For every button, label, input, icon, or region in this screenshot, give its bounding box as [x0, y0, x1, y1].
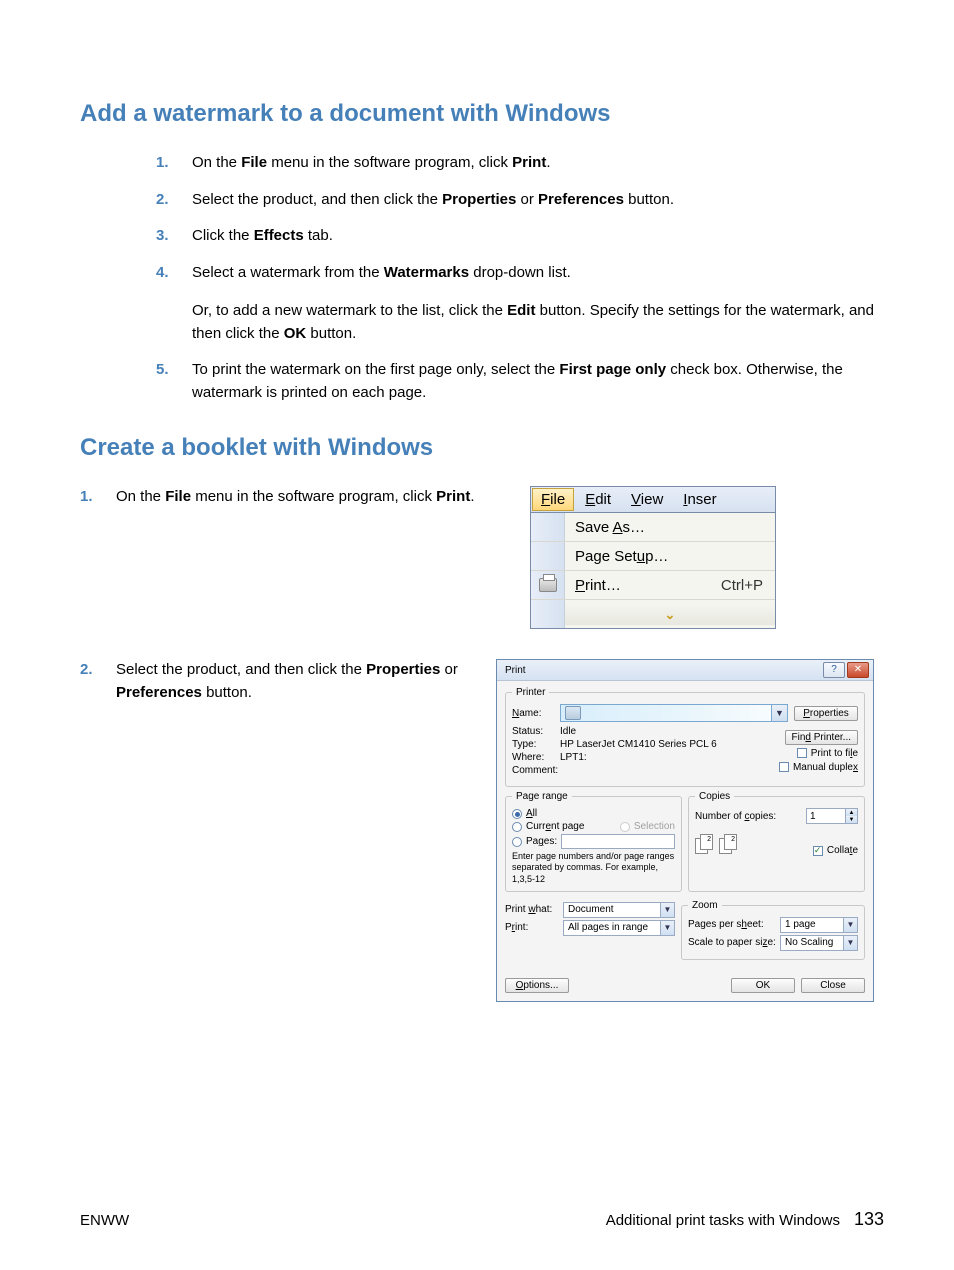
- menu-dropdown: Save As… Page Setup… Print… Ctrl+P ⌄: [531, 513, 775, 628]
- status-label: Status:: [512, 726, 560, 737]
- pages-input[interactable]: [561, 834, 675, 849]
- blank-icon: [531, 542, 565, 570]
- step-number: 5.: [156, 359, 192, 404]
- chevron-down-icon: ▼: [843, 918, 857, 932]
- print-dialog-illustration: Print ? ✕ Printer Name: ▼: [496, 659, 874, 1002]
- footer-left: ENWW: [80, 1212, 129, 1229]
- menu-item-pagesetup[interactable]: Page Setup…: [531, 542, 775, 571]
- copies-group: Copies Number of copies: 1▲▼ 12 12 Co: [688, 791, 865, 892]
- type-value: HP LaserJet CM1410 Series PCL 6: [560, 739, 768, 750]
- printer-group: Printer Name: ▼ Properties: [505, 687, 865, 787]
- step-body: To print the watermark on the first page…: [192, 359, 874, 404]
- group-legend: Printer: [512, 687, 549, 698]
- options-button[interactable]: Options...: [505, 978, 569, 993]
- footer-right: Additional print tasks with Windows: [606, 1212, 840, 1229]
- menu-expand[interactable]: ⌄: [531, 600, 775, 628]
- scale-label: Scale to paper size:: [688, 937, 780, 948]
- manual-duplex-checkbox[interactable]: Manual duplex: [779, 762, 858, 773]
- range-all-radio[interactable]: All: [512, 808, 537, 819]
- print-to-file-checkbox[interactable]: Print to file: [797, 748, 858, 759]
- printwhat-label: Print what:: [505, 904, 563, 915]
- dialog-title: Print: [505, 665, 526, 676]
- step-body: On the File menu in the software program…: [116, 486, 520, 509]
- step-number: 1.: [80, 486, 116, 509]
- chevron-down-icon: ⌄: [665, 607, 676, 622]
- blank-icon: [531, 600, 565, 628]
- printer-icon: [531, 571, 565, 599]
- print-select[interactable]: All pages in range▼: [563, 920, 675, 936]
- step-body: Click the Effects tab.: [192, 225, 874, 248]
- chevron-down-icon: ▼: [660, 921, 674, 935]
- chevron-down-icon: ▼: [660, 903, 674, 917]
- comment-label: Comment:: [512, 765, 560, 776]
- step-number: 1.: [156, 152, 192, 175]
- print-label: Print:: [505, 922, 563, 933]
- menu-bar: FFileile Edit View Inser: [531, 487, 775, 513]
- zoom-group: Zoom Pages per sheet: 1 page▼ Scale to p…: [681, 900, 865, 960]
- chevron-down-icon: ▼: [771, 705, 787, 721]
- step-number: 2.: [156, 189, 192, 212]
- type-label: Type:: [512, 739, 560, 750]
- menu-item-saveas[interactable]: Save As…: [531, 513, 775, 542]
- section-heading-watermark: Add a watermark to a document with Windo…: [80, 100, 874, 128]
- step-number: 4.: [156, 262, 192, 346]
- copies-spinner[interactable]: 1▲▼: [806, 808, 858, 824]
- range-current-radio[interactable]: Current page: [512, 821, 584, 832]
- scale-select[interactable]: No Scaling▼: [780, 935, 858, 951]
- range-selection-radio: Selection: [620, 821, 675, 832]
- shortcut-label: Ctrl+P: [721, 577, 775, 594]
- chevron-down-icon: ▼: [843, 936, 857, 950]
- where-label: Where:: [512, 752, 560, 763]
- menu-edit[interactable]: Edit: [575, 487, 621, 512]
- page-number: 133: [854, 1209, 884, 1229]
- menu-view[interactable]: View: [621, 487, 673, 512]
- pps-select[interactable]: 1 page▼: [780, 917, 858, 933]
- group-legend: Zoom: [688, 900, 722, 911]
- menu-file[interactable]: FFileile: [532, 488, 574, 511]
- range-hint: Enter page numbers and/or page ranges se…: [512, 851, 675, 885]
- help-button[interactable]: ?: [823, 662, 845, 678]
- group-legend: Copies: [695, 791, 734, 802]
- menu-insert[interactable]: Inser: [673, 487, 726, 512]
- dialog-titlebar: Print ? ✕: [497, 660, 873, 681]
- file-menu-illustration: FFileile Edit View Inser Save As… Page S…: [530, 486, 776, 629]
- step-body: Select the product, and then click the P…: [116, 659, 496, 704]
- where-value: LPT1:: [560, 752, 768, 763]
- printer-name-select[interactable]: ▼: [560, 704, 788, 722]
- step-body: On the File menu in the software program…: [192, 152, 874, 175]
- step-number: 3.: [156, 225, 192, 248]
- ok-button[interactable]: OK: [731, 978, 795, 993]
- watermark-steps: 1. On the File menu in the software prog…: [156, 152, 874, 404]
- page-footer: ENWW Additional print tasks with Windows…: [80, 1209, 884, 1230]
- copies-label: Number of copies:: [695, 811, 776, 822]
- collate-checkbox[interactable]: Collate: [813, 845, 858, 856]
- section-heading-booklet: Create a booklet with Windows: [80, 434, 874, 462]
- close-dialog-button[interactable]: Close: [801, 978, 865, 993]
- collate-icon: 12 12: [695, 834, 737, 856]
- group-legend: Page range: [512, 791, 572, 802]
- page-range-group: Page range All Current page Selection Pa…: [505, 791, 682, 892]
- pps-label: Pages per sheet:: [688, 919, 780, 930]
- step-body: Select the product, and then click the P…: [192, 189, 874, 212]
- step-number: 2.: [80, 659, 116, 704]
- close-button[interactable]: ✕: [847, 662, 869, 678]
- step-body: Select a watermark from the Watermarks d…: [192, 262, 874, 346]
- status-value: Idle: [560, 726, 768, 737]
- printer-icon: [565, 706, 581, 720]
- range-pages-radio[interactable]: Pages:: [512, 836, 557, 847]
- find-printer-button[interactable]: Find Printer...: [785, 730, 858, 745]
- menu-item-print[interactable]: Print… Ctrl+P: [531, 571, 775, 600]
- printwhat-select[interactable]: Document▼: [563, 902, 675, 918]
- name-label: Name:: [512, 708, 560, 719]
- properties-button[interactable]: Properties: [794, 706, 858, 721]
- blank-icon: [531, 513, 565, 541]
